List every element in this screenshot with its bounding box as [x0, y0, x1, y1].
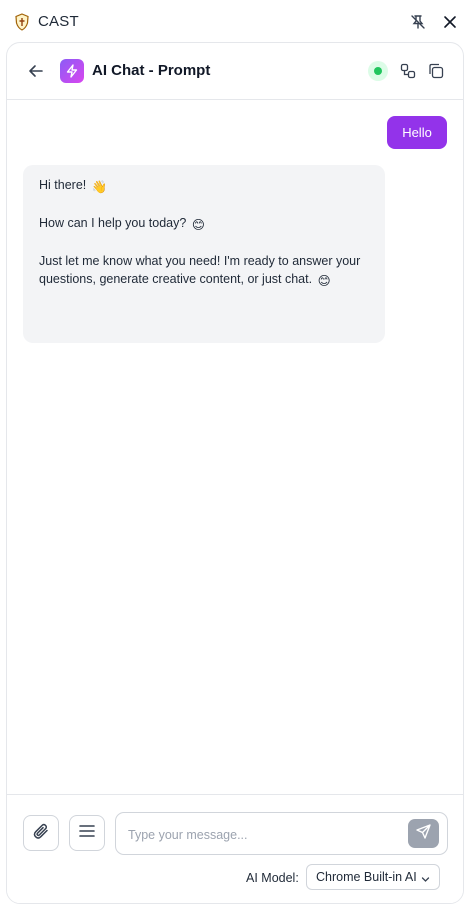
lightning-icon — [60, 59, 84, 83]
smiling-face-icon: 😊 — [191, 218, 205, 232]
chat-panel: AI Chat - Prompt Hello Hi there! 👋 How c… — [6, 42, 464, 904]
user-message: Hello — [387, 116, 447, 149]
message-line: questions, generate creative content, or… — [39, 270, 369, 290]
composer: AI Model: Chrome Built-in AI — [7, 794, 463, 903]
paperclip-icon — [32, 822, 50, 845]
arrow-left-icon[interactable] — [25, 60, 47, 82]
chevron-down-icon — [421, 873, 430, 887]
message-line: Hi there! 👋 — [39, 176, 369, 196]
waving-hand-icon: 👋 — [91, 180, 108, 194]
message-list: Hello Hi there! 👋 How can I help you tod… — [7, 100, 463, 793]
shield-logo-icon — [15, 13, 29, 31]
smiling-face-icon: 😊 — [317, 274, 331, 288]
chat-header: AI Chat - Prompt — [7, 43, 463, 100]
message-line: How can I help you today? 😊 — [39, 214, 369, 234]
message-input[interactable] — [126, 821, 400, 849]
message-text: Hi there! — [39, 178, 87, 192]
send-button[interactable] — [408, 819, 439, 848]
copy-icon[interactable] — [425, 60, 447, 82]
menu-button[interactable] — [69, 815, 105, 851]
close-icon[interactable] — [440, 12, 460, 32]
message-line: Just let me know what you need! I'm read… — [39, 254, 361, 268]
model-select[interactable]: Chrome Built-in AI — [306, 864, 440, 890]
pin-off-icon[interactable] — [408, 12, 428, 32]
message-text: How can I help you today? — [39, 216, 187, 230]
model-label: AI Model: — [246, 871, 299, 885]
assistant-message: Hi there! 👋 How can I help you today? 😊 … — [23, 165, 385, 343]
status-dot — [374, 67, 382, 75]
send-icon — [416, 823, 431, 844]
attach-button[interactable] — [23, 815, 59, 851]
message-text: questions, generate creative content, or… — [39, 272, 313, 286]
model-selected-value: Chrome Built-in AI — [316, 870, 417, 884]
menu-icon — [79, 824, 95, 843]
page-title: AI Chat - Prompt — [92, 62, 211, 79]
message-input-wrapper — [115, 812, 448, 855]
flow-icon[interactable] — [397, 60, 419, 82]
title-bar: CAST — [0, 0, 471, 42]
status-indicator — [368, 61, 388, 81]
app-title: CAST — [38, 13, 79, 30]
